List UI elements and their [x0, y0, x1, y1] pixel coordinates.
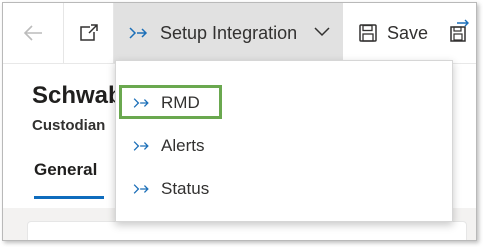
back-button[interactable]: [3, 3, 63, 63]
save-icon: [359, 24, 377, 42]
tab-general[interactable]: General: [34, 160, 97, 180]
form-section-card: [27, 221, 467, 240]
setup-integration-button[interactable]: Setup Integration: [114, 3, 343, 63]
record-title: Schwab: [32, 82, 123, 109]
back-arrow-icon: [23, 25, 42, 41]
save-label: Save: [387, 22, 429, 43]
save-button[interactable]: Save: [345, 3, 435, 63]
flow-icon: [129, 27, 148, 39]
chevron-down-icon[interactable]: [314, 25, 330, 37]
command-bar: Setup Integration Save: [3, 3, 476, 63]
record-subtitle: Custodian: [32, 117, 106, 134]
pop-out-icon: [79, 24, 98, 41]
menu-item-label: Alerts: [161, 136, 205, 155]
active-tab-indicator: [34, 196, 104, 199]
app-window: Setup Integration Save Schwab Custodian …: [2, 2, 477, 241]
menu-item-alerts[interactable]: Alerts: [116, 127, 452, 165]
flow-icon: [133, 184, 149, 194]
highlight-annotation-box: [119, 85, 222, 119]
setup-integration-label: Setup Integration: [160, 22, 298, 43]
setup-integration-menu: RMD Alerts Status: [115, 60, 453, 222]
open-new-window-button[interactable]: [64, 3, 113, 63]
menu-item-label: Status: [161, 179, 210, 198]
flow-icon: [133, 141, 149, 151]
save-and-close-icon[interactable]: [448, 19, 470, 45]
menu-item-status[interactable]: Status: [116, 170, 452, 208]
